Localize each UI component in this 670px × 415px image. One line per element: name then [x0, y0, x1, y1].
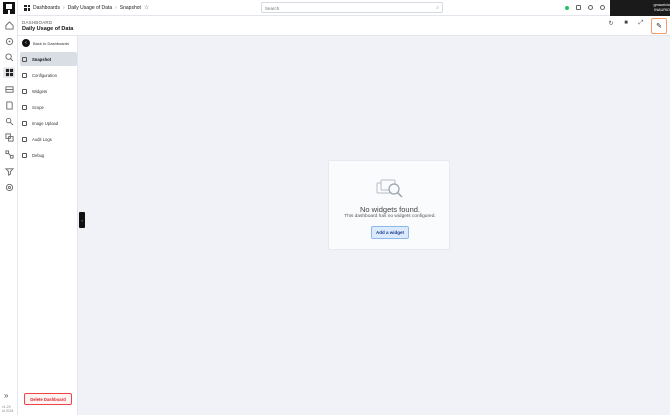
status-dot — [565, 5, 569, 10]
sidebar-item-label: Widgets — [32, 88, 48, 94]
apps-grid-icon[interactable] — [24, 4, 30, 11]
icon-rail: » v1.29 id 2024 — [0, 0, 18, 415]
admin-settings-icon[interactable] — [4, 182, 14, 192]
refresh-icon[interactable]: ↻ — [608, 20, 614, 27]
page-title: Daily Usage of Data — [22, 26, 74, 32]
top-bar: Dashboards › Daily Usage of Data › Snaps… — [18, 0, 670, 16]
no-widgets-icon — [376, 179, 403, 198]
user-org: INAURIO — [654, 7, 670, 12]
network-icon[interactable] — [4, 149, 14, 159]
fullscreen-icon[interactable] — [576, 5, 581, 10]
empty-state-title: No widgets found. — [359, 205, 421, 214]
sidebar-item-scope[interactable]: Scope — [20, 100, 77, 114]
favorite-star-icon[interactable]: ☆ — [144, 4, 149, 11]
sidebar-nav: Snapshot Configuration Widgets Scope Ima… — [20, 52, 77, 164]
dashboard-sidebar: ‹ Back to Dashboards Snapshot Configurat… — [18, 36, 78, 415]
top-actions — [565, 5, 605, 10]
camera-icon[interactable]: ■ — [623, 20, 629, 26]
list-icon — [22, 56, 27, 62]
storage-icon[interactable] — [4, 84, 14, 94]
breadcrumb-current: Snapshot — [119, 4, 141, 11]
page-header: DASHBOARD Daily Usage of Data ↻ ■ ⤢ ✎ — [18, 16, 670, 36]
edit-pencil-icon: ✎ — [656, 23, 662, 30]
empty-state-card: No widgets found. This dashboard has no … — [328, 160, 450, 250]
image-icon — [22, 120, 27, 126]
sidebar-item-debug[interactable]: Debug — [20, 148, 77, 162]
chevron-left-icon: ‹ — [81, 217, 83, 223]
help-icon[interactable] — [588, 5, 593, 10]
collapse-sidebar-handle[interactable]: ‹ — [79, 212, 85, 228]
sidebar-item-label: Scope — [32, 104, 44, 110]
chevron-right-icon: › — [62, 4, 65, 11]
search-box[interactable]: ⌕ — [261, 2, 443, 13]
sidebar-item-label: Configuration — [32, 72, 57, 78]
search-input[interactable] — [265, 4, 433, 12]
sidebar-item-label: Debug — [32, 152, 45, 158]
settings-icon[interactable] — [4, 36, 14, 46]
sliders-icon — [22, 72, 27, 78]
home-icon[interactable] — [4, 20, 14, 30]
sidebar-item-label: Audit Logs — [32, 136, 52, 142]
arrow-left-icon: ‹ — [22, 39, 30, 47]
sidebar-item-configuration[interactable]: Configuration — [20, 68, 77, 82]
back-to-dashboards-link[interactable]: ‹ Back to Dashboards — [22, 39, 69, 47]
dashboards-icon[interactable] — [3, 67, 15, 78]
empty-state-subtitle: This dashboard has no widgets configured… — [344, 214, 436, 219]
edit-dashboard-button[interactable]: ✎ — [651, 18, 667, 34]
inspect-icon[interactable] — [4, 116, 14, 126]
header-actions: ↻ ■ ⤢ — [608, 20, 644, 27]
back-label: Back to Dashboards — [33, 40, 70, 46]
user-menu[interactable]: gmauricio INAURIO — [610, 0, 670, 16]
logs-icon — [22, 136, 27, 142]
sidebar-item-snapshot[interactable]: Snapshot — [20, 52, 77, 66]
chevron-right-icon: › — [115, 4, 117, 11]
version-label: v1.29 id 2024 — [2, 405, 14, 413]
scope-icon — [22, 104, 27, 110]
filter-icon[interactable] — [4, 166, 14, 176]
notifications-bell-icon[interactable] — [600, 5, 605, 10]
sidebar-item-image-upload[interactable]: Image Upload — [20, 116, 77, 130]
breadcrumb: Dashboards › Daily Usage of Data › Snaps… — [24, 4, 149, 11]
delete-dashboard-button[interactable]: Delete Dashboard — [24, 393, 72, 405]
sidebar-item-label: Image Upload — [32, 120, 59, 126]
debug-icon — [22, 152, 27, 158]
widgets-icon — [22, 88, 27, 94]
search-icon[interactable]: ⌕ — [436, 5, 439, 11]
section-label: DASHBOARD — [22, 20, 53, 25]
breadcrumb-dashboard-name[interactable]: Daily Usage of Data — [68, 5, 112, 11]
sidebar-item-label: Snapshot — [32, 56, 52, 62]
sidebar-item-audit-logs[interactable]: Audit Logs — [20, 132, 77, 146]
expand-rail-icon[interactable]: » — [4, 391, 8, 400]
document-icon[interactable] — [4, 100, 14, 110]
app-logo[interactable] — [3, 2, 15, 14]
expand-icon[interactable]: ⤢ — [638, 20, 644, 26]
search-icon[interactable] — [4, 52, 14, 62]
breadcrumb-dashboards[interactable]: Dashboards — [33, 5, 60, 11]
sidebar-item-widgets[interactable]: Widgets — [20, 84, 77, 98]
add-widget-button[interactable]: Add a widget — [371, 226, 409, 239]
layers-icon[interactable] — [4, 132, 14, 142]
